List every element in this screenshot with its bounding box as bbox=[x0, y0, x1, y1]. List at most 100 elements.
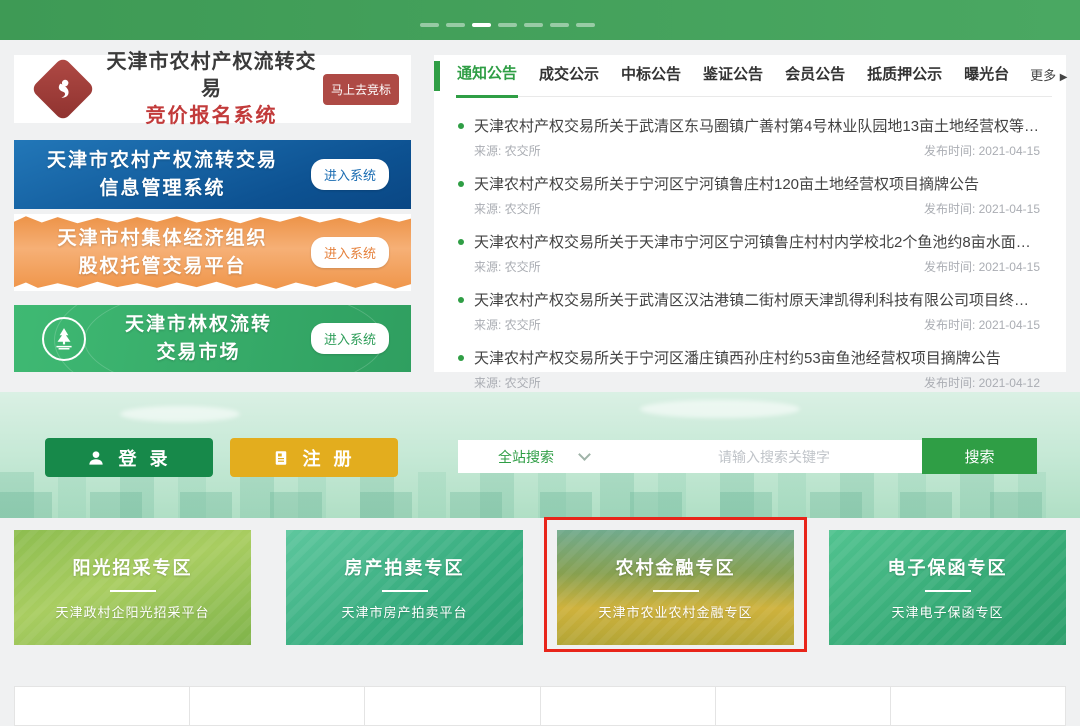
bullet-icon bbox=[458, 239, 464, 245]
bullet-icon bbox=[458, 355, 464, 361]
carousel-dot-active[interactable] bbox=[472, 23, 491, 27]
news-item[interactable]: 天津农村产权交易所关于宁河区宁河镇鲁庄村120亩土地经营权项目摘牌公告 来源: … bbox=[458, 165, 1040, 223]
register-label: 注 册 bbox=[302, 445, 355, 471]
news-source: 来源: 农交所 bbox=[474, 316, 541, 333]
news-title[interactable]: 天津农村产权交易所关于宁河区宁河镇鲁庄村120亩土地经营权项目摘牌公告 bbox=[474, 173, 979, 194]
banner-line2: 股权托管交易平台 bbox=[14, 253, 311, 281]
more-link[interactable]: 更多 ▶ bbox=[1030, 65, 1067, 96]
divider bbox=[382, 590, 428, 592]
carousel-dot[interactable] bbox=[420, 23, 439, 27]
tree-icon bbox=[42, 317, 86, 361]
bidding-system-subtitle: 竞价报名系统 bbox=[100, 103, 323, 130]
carousel-dot[interactable] bbox=[524, 23, 543, 27]
banner-line1: 天津市林权流转 bbox=[86, 311, 311, 339]
banner-title: 天津市林权流转 交易市场 bbox=[86, 311, 311, 366]
carousel-indicators bbox=[420, 23, 595, 27]
bottom-cell bbox=[891, 686, 1066, 726]
forest-rights-banner[interactable]: 天津市林权流转 交易市场 进入系统 bbox=[14, 305, 411, 372]
divider bbox=[110, 590, 156, 592]
tab-accent-bar bbox=[434, 61, 440, 91]
cloud-decor bbox=[120, 406, 240, 422]
skyline-decor bbox=[0, 492, 1080, 518]
enter-system-button[interactable]: 进入系统 bbox=[311, 323, 389, 354]
bottom-section-cells bbox=[14, 686, 1066, 726]
zone-card-e-guarantee[interactable]: 电子保函专区 天津电子保函专区 bbox=[829, 530, 1066, 645]
announcements-panel: 通知公告 成交公示 中标公告 鉴证公告 会员公告 抵质押公示 曝光台 更多 ▶ … bbox=[434, 55, 1066, 372]
bottom-cell bbox=[716, 686, 891, 726]
more-label: 更多 bbox=[1030, 68, 1056, 83]
bullet-icon bbox=[458, 181, 464, 187]
bidding-system-panel: 天津市农村产权流转交易 竞价报名系统 马上去竞标 bbox=[14, 55, 411, 123]
site-logo-icon bbox=[30, 56, 95, 121]
register-button[interactable]: 注 册 bbox=[230, 438, 398, 477]
tab-winning-bid[interactable]: 中标公告 bbox=[620, 63, 682, 96]
zone-title: 阳光招采专区 bbox=[73, 554, 193, 580]
go-bid-button[interactable]: 马上去竞标 bbox=[323, 74, 399, 105]
skyline-decor bbox=[0, 472, 1080, 518]
news-source: 来源: 农交所 bbox=[474, 258, 541, 275]
news-source: 来源: 农交所 bbox=[474, 200, 541, 217]
torn-paper-background: 天津市村集体经济组织 股权托管交易平台 进入系统 bbox=[14, 214, 411, 291]
news-source: 来源: 农交所 bbox=[474, 142, 541, 159]
news-item[interactable]: 天津农村产权交易所关于武清区东马圈镇广善村第4号林业队园地13亩土地经营权等4个… bbox=[458, 107, 1040, 165]
carousel-dot[interactable] bbox=[550, 23, 569, 27]
bottom-cell bbox=[541, 686, 716, 726]
cloud-decor bbox=[640, 400, 800, 418]
texture-overlay bbox=[829, 530, 1066, 645]
tab-deal-publicity[interactable]: 成交公示 bbox=[538, 63, 600, 96]
carousel-dot[interactable] bbox=[498, 23, 517, 27]
news-title[interactable]: 天津农村产权交易所关于武清区东马圈镇广善村第4号林业队园地13亩土地经营权等4个… bbox=[474, 115, 1040, 136]
zone-title: 农村金融专区 bbox=[616, 554, 736, 580]
login-label: 登 录 bbox=[118, 445, 171, 471]
search-input[interactable] bbox=[626, 440, 922, 473]
banner-line1: 天津市村集体经济组织 bbox=[14, 225, 311, 253]
news-item[interactable]: 天津农村产权交易所关于天津市宁河区宁河镇鲁庄村村内学校北2个鱼池约8亩水面经营.… bbox=[458, 223, 1040, 281]
equity-custody-banner[interactable]: 天津市村集体经济组织 股权托管交易平台 进入系统 bbox=[14, 214, 411, 291]
tab-certification[interactable]: 鉴证公告 bbox=[702, 63, 764, 96]
tab-member[interactable]: 会员公告 bbox=[784, 63, 846, 96]
more-arrow-icon: ▶ bbox=[1060, 72, 1068, 83]
news-item[interactable]: 天津农村产权交易所关于武清区汉沽港镇二街村原天津凯得利科技有限公司项目终结公告 … bbox=[458, 281, 1040, 339]
tab-exposure[interactable]: 曝光台 bbox=[963, 63, 1010, 96]
news-date: 发布时间: 2021-04-15 bbox=[924, 200, 1040, 217]
news-item[interactable]: 天津农村产权交易所关于宁河区潘庄镇西孙庄村约53亩鱼池经营权项目摘牌公告 来源:… bbox=[458, 339, 1040, 397]
search-scope-select[interactable]: 全站搜索 bbox=[458, 447, 626, 467]
texture-overlay bbox=[14, 530, 251, 645]
enter-system-button[interactable]: 进入系统 bbox=[311, 159, 389, 190]
zone-subtitle: 天津政村企阳光招采平台 bbox=[55, 602, 209, 621]
id-card-icon bbox=[272, 449, 290, 467]
banner-title: 天津市农村产权流转交易 信息管理系统 bbox=[14, 147, 311, 202]
carousel-dot[interactable] bbox=[446, 23, 465, 27]
zone-subtitle: 天津市农业农村金融专区 bbox=[598, 602, 752, 621]
announcement-tabs: 通知公告 成交公示 中标公告 鉴证公告 会员公告 抵质押公示 曝光台 更多 ▶ bbox=[456, 55, 1052, 97]
zone-card-real-estate-auction[interactable]: 房产拍卖专区 天津市房产拍卖平台 bbox=[286, 530, 523, 645]
tab-pledge[interactable]: 抵质押公示 bbox=[866, 63, 943, 96]
tab-notice[interactable]: 通知公告 bbox=[456, 62, 518, 98]
zone-card-rural-finance[interactable]: 农村金融专区 天津市农业农村金融专区 bbox=[557, 530, 794, 645]
news-date: 发布时间: 2021-04-15 bbox=[924, 258, 1040, 275]
info-management-system-banner[interactable]: 天津市农村产权流转交易 信息管理系统 进入系统 bbox=[14, 140, 411, 209]
news-title[interactable]: 天津农村产权交易所关于天津市宁河区宁河镇鲁庄村村内学校北2个鱼池约8亩水面经营.… bbox=[474, 231, 1040, 252]
divider bbox=[925, 590, 971, 592]
user-icon bbox=[86, 448, 106, 468]
zone-card-sunshine-procurement[interactable]: 阳光招采专区 天津政村企阳光招采平台 bbox=[14, 530, 251, 645]
divider bbox=[653, 590, 699, 592]
zone-subtitle: 天津电子保函专区 bbox=[891, 602, 1003, 621]
bullet-icon bbox=[458, 297, 464, 303]
texture-overlay bbox=[557, 530, 794, 645]
bidding-system-title-block: 天津市农村产权流转交易 竞价报名系统 bbox=[100, 49, 323, 130]
search-button[interactable]: 搜索 bbox=[922, 438, 1037, 474]
banner-line1: 天津市农村产权流转交易 bbox=[14, 147, 311, 175]
zone-title: 电子保函专区 bbox=[888, 554, 1008, 580]
login-button[interactable]: 登 录 bbox=[45, 438, 213, 477]
banner-line2: 交易市场 bbox=[86, 339, 311, 367]
bullet-icon bbox=[458, 123, 464, 129]
carousel-dot[interactable] bbox=[576, 23, 595, 27]
banner-title: 天津市村集体经济组织 股权托管交易平台 bbox=[14, 225, 311, 280]
zone-subtitle: 天津市房产拍卖平台 bbox=[341, 602, 467, 621]
enter-system-button[interactable]: 进入系统 bbox=[311, 237, 389, 268]
news-title[interactable]: 天津农村产权交易所关于宁河区潘庄镇西孙庄村约53亩鱼池经营权项目摘牌公告 bbox=[474, 347, 1001, 368]
news-title[interactable]: 天津农村产权交易所关于武清区汉沽港镇二街村原天津凯得利科技有限公司项目终结公告 bbox=[474, 289, 1040, 310]
news-date: 发布时间: 2021-04-15 bbox=[924, 316, 1040, 333]
chevron-down-icon bbox=[578, 448, 591, 461]
